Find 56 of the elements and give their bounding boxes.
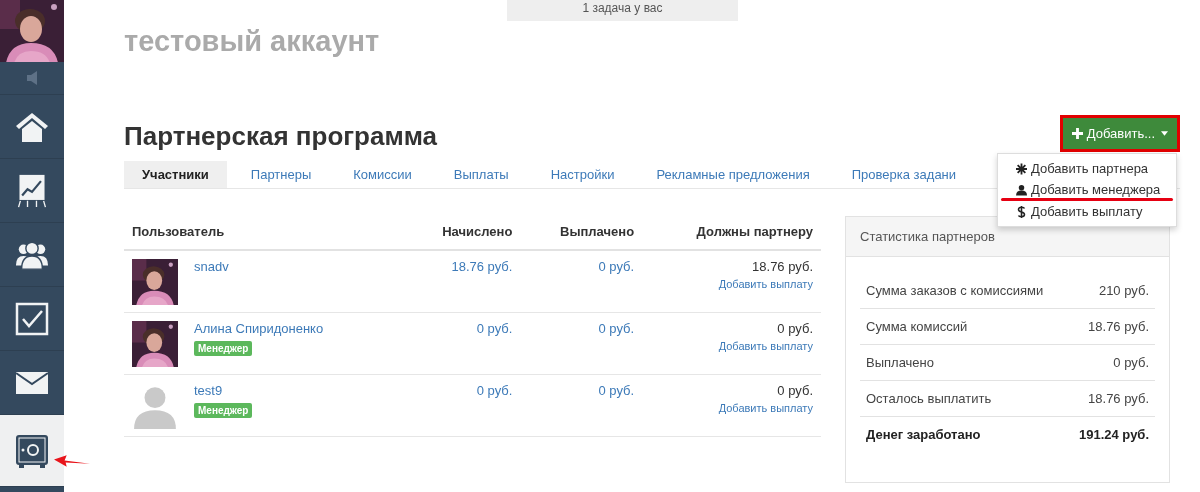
accrued-amount[interactable]: 0 руб. <box>476 383 513 398</box>
add-payout-link[interactable]: Добавить выплату <box>718 340 813 352</box>
task-banner[interactable]: 1 задача у вас <box>507 0 738 21</box>
user-link[interactable]: snadv <box>194 259 229 274</box>
paid-amount[interactable]: 0 руб. <box>598 321 635 336</box>
owed-amount: 0 руб. <box>777 321 813 336</box>
dollar-icon <box>1016 205 1027 218</box>
tab[interactable]: Комиссии <box>335 161 430 188</box>
stat-value: 191.24 руб. <box>1079 427 1149 442</box>
page-title: Партнерская программа <box>124 121 438 152</box>
sidebar-item[interactable] <box>0 415 64 487</box>
menu-item[interactable]: Добавить партнера <box>998 158 1176 179</box>
column-header: Должны партнеру <box>696 224 813 239</box>
stat-label: Денег заработано <box>866 427 981 442</box>
user-link[interactable]: test9 <box>194 383 223 398</box>
stat-value: 18.76 руб. <box>1088 391 1149 406</box>
add-button[interactable]: Добавить... <box>1062 118 1177 149</box>
stat-label: Выплачено <box>866 355 934 370</box>
account-name: тестовый аккаунт <box>124 25 381 59</box>
plus-icon <box>1071 128 1083 139</box>
menu-item[interactable]: Добавить менеджера <box>998 179 1176 200</box>
paid-amount[interactable]: 0 руб. <box>598 259 635 274</box>
accrued-amount[interactable]: 18.76 руб. <box>451 259 513 274</box>
panel-title: Статистика партнеров <box>860 229 995 244</box>
role-badge: Менеджер <box>194 341 253 356</box>
person-icon <box>1016 183 1027 196</box>
role-badge: Менеджер <box>194 403 253 418</box>
stat-label: Сумма заказов с комиссиями <box>866 283 1044 298</box>
paid-amount[interactable]: 0 руб. <box>598 383 635 398</box>
tab[interactable]: Настройки <box>532 161 633 188</box>
add-payout-link[interactable]: Добавить выплату <box>718 402 813 414</box>
accrued-amount[interactable]: 0 руб. <box>476 321 513 336</box>
tab[interactable]: Рекламные предложения <box>638 161 828 188</box>
tab[interactable]: Проверка задани <box>833 161 975 188</box>
asterisk-icon <box>1016 162 1027 175</box>
stat-value: 18.76 руб. <box>1088 319 1149 334</box>
menu-item[interactable]: Добавить выплату <box>998 201 1176 222</box>
user-link[interactable]: Алина Спиридоненко <box>194 321 324 336</box>
tab[interactable]: Партнеры <box>232 161 330 188</box>
tab[interactable]: Участники <box>124 161 227 188</box>
column-header: Пользователь <box>132 224 225 239</box>
chart-board-icon <box>15 173 49 208</box>
column-header: Выплачено <box>560 224 635 239</box>
stat-value: 0 руб. <box>1113 355 1149 370</box>
tab[interactable]: Выплаты <box>435 161 527 188</box>
stat-value: 210 руб. <box>1098 283 1149 298</box>
stat-label: Осталось выплатить <box>866 391 992 406</box>
caret-icon <box>1161 131 1168 136</box>
owed-amount: 18.76 руб. <box>752 259 813 274</box>
stat-label: Сумма комиссий <box>866 319 968 334</box>
add-payout-link[interactable]: Добавить выплату <box>718 278 813 290</box>
column-header: Начислено <box>442 224 513 239</box>
safe-icon <box>15 433 49 468</box>
owed-amount: 0 руб. <box>777 383 813 398</box>
checkbox-icon <box>15 301 49 336</box>
speaker-icon <box>27 71 37 85</box>
